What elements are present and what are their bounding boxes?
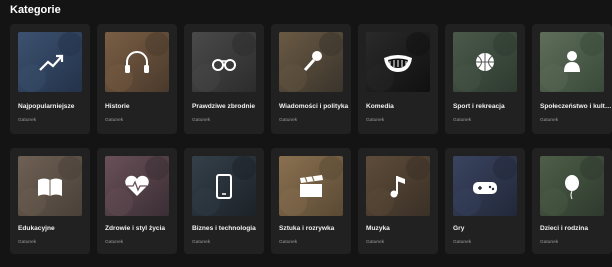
category-subtitle: Gatunek xyxy=(279,118,298,123)
person-icon xyxy=(540,32,604,92)
category-artwork xyxy=(279,32,343,92)
category-artwork xyxy=(540,156,604,216)
section-title: Kategorie xyxy=(10,4,61,16)
trending-icon xyxy=(18,32,82,92)
category-subtitle: Gatunek xyxy=(105,118,124,123)
category-subtitle: Gatunek xyxy=(453,118,472,123)
category-card[interactable]: Muzyka Gatunek xyxy=(358,148,438,254)
category-title: Sztuka i rozrywka xyxy=(279,225,335,232)
heartbeat-icon xyxy=(105,156,169,216)
category-title: Prawdziwe zbrodnie xyxy=(192,103,256,110)
category-card[interactable]: Gry Gatunek xyxy=(445,148,525,254)
category-artwork xyxy=(453,156,517,216)
category-artwork xyxy=(105,156,169,216)
category-card[interactable]: Edukacyjne Gatunek xyxy=(10,148,90,254)
music-note-icon xyxy=(366,156,430,216)
category-title: Dzieci i rodzina xyxy=(540,225,588,232)
category-artwork xyxy=(366,156,430,216)
category-title: Społeczeństwo i kultura xyxy=(540,103,612,110)
category-artwork xyxy=(453,32,517,92)
category-subtitle: Gatunek xyxy=(105,240,124,245)
category-title: Edukacyjne xyxy=(18,225,55,232)
category-card[interactable]: Komedia Gatunek xyxy=(358,24,438,134)
category-title: Historie xyxy=(105,103,130,110)
category-subtitle: Gatunek xyxy=(366,240,385,245)
category-artwork xyxy=(18,156,82,216)
smartphone-icon xyxy=(192,156,256,216)
open-book-icon xyxy=(18,156,82,216)
balloon-icon xyxy=(540,156,604,216)
gamepad-icon xyxy=(453,156,517,216)
laughing-mouth-icon xyxy=(366,32,430,92)
category-artwork xyxy=(192,156,256,216)
category-subtitle: Gatunek xyxy=(279,240,298,245)
microphone-icon xyxy=(279,32,343,92)
category-card[interactable]: Społeczeństwo i kultura Gatunek xyxy=(532,24,612,134)
category-card[interactable]: Sport i rekreacja Gatunek xyxy=(445,24,525,134)
category-title: Komedia xyxy=(366,103,394,110)
category-card[interactable]: Sztuka i rozrywka Gatunek xyxy=(271,148,351,254)
category-artwork xyxy=(105,32,169,92)
category-card[interactable]: Biznes i technologia Gatunek xyxy=(184,148,264,254)
category-title: Muzyka xyxy=(366,225,390,232)
category-artwork xyxy=(18,32,82,92)
handcuffs-icon xyxy=(192,32,256,92)
category-subtitle: Gatunek xyxy=(192,240,211,245)
category-title: Gry xyxy=(453,225,465,232)
category-title: Najpopularniejsze xyxy=(18,103,75,110)
category-subtitle: Gatunek xyxy=(18,240,37,245)
category-subtitle: Gatunek xyxy=(540,240,559,245)
category-title: Zdrowie i styl życia xyxy=(105,225,166,232)
category-subtitle: Gatunek xyxy=(453,240,472,245)
category-card[interactable]: Prawdziwe zbrodnie Gatunek xyxy=(184,24,264,134)
category-subtitle: Gatunek xyxy=(540,118,559,123)
category-card[interactable]: Najpopularniejsze Gatunek xyxy=(10,24,90,134)
category-card[interactable]: Zdrowie i styl życia Gatunek xyxy=(97,148,177,254)
category-title: Biznes i technologia xyxy=(192,225,256,232)
category-artwork xyxy=(192,32,256,92)
headphones-icon xyxy=(105,32,169,92)
category-artwork xyxy=(540,32,604,92)
clapperboard-icon xyxy=(279,156,343,216)
category-artwork xyxy=(279,156,343,216)
category-card[interactable]: Historie Gatunek xyxy=(97,24,177,134)
category-card[interactable]: Dzieci i rodzina Gatunek xyxy=(532,148,612,254)
category-subtitle: Gatunek xyxy=(192,118,211,123)
category-title: Wiadomości i polityka xyxy=(279,103,349,110)
category-card[interactable]: Wiadomości i polityka Gatunek xyxy=(271,24,351,134)
category-title: Sport i rekreacja xyxy=(453,103,505,110)
category-subtitle: Gatunek xyxy=(18,118,37,123)
basketball-icon xyxy=(453,32,517,92)
category-artwork xyxy=(366,32,430,92)
category-subtitle: Gatunek xyxy=(366,118,385,123)
